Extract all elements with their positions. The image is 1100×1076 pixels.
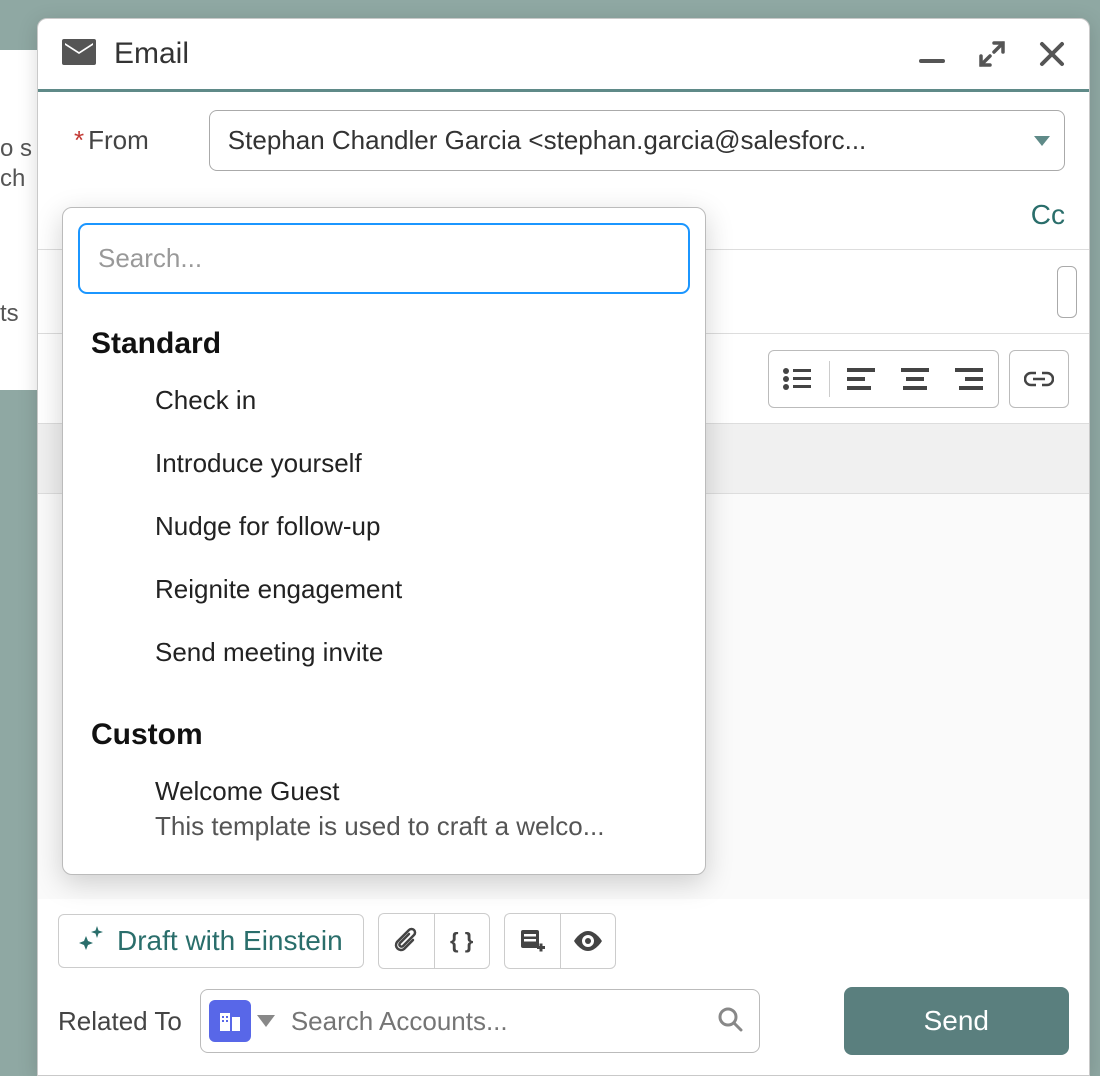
cc-link[interactable]: Cc <box>1031 199 1065 231</box>
search-icon <box>717 1006 743 1037</box>
expand-button[interactable] <box>979 41 1005 67</box>
section-standard: Standard <box>91 327 689 361</box>
template-item-reignite-engagement[interactable]: Reignite engagement <box>79 558 689 621</box>
toolbar-group-link <box>1009 350 1069 408</box>
template-item-label: Check in <box>155 385 677 416</box>
template-item-label: Send meeting invite <box>155 637 677 668</box>
template-search-input[interactable] <box>79 224 689 293</box>
send-button[interactable]: Send <box>844 987 1069 1055</box>
from-select[interactable]: Stephan Chandler Garcia <stephan.garcia@… <box>209 110 1065 171</box>
subject-chip[interactable] <box>1057 266 1077 318</box>
attachment-button[interactable] <box>378 913 434 969</box>
minimize-button[interactable] <box>919 41 945 67</box>
window-controls <box>919 41 1065 67</box>
bg-text: ts <box>0 300 19 328</box>
related-to-label: Related To <box>58 1006 182 1037</box>
footer-actions: Draft with Einstein { } <box>38 899 1089 983</box>
preview-button[interactable] <box>560 913 616 969</box>
template-item-check-in[interactable]: Check in <box>79 369 689 432</box>
section-custom: Custom <box>91 718 689 752</box>
chevron-down-icon <box>1034 136 1050 146</box>
composer-header: Email <box>38 19 1089 92</box>
attach-group: { } <box>378 913 490 969</box>
bg-text: o s <box>0 135 32 163</box>
sparkle-icon <box>79 926 105 957</box>
from-label: From <box>74 125 149 156</box>
bullet-list-button[interactable] <box>771 352 825 406</box>
draft-label: Draft with Einstein <box>117 925 343 957</box>
template-dropdown: Standard Check in Introduce yourself Nud… <box>62 207 706 875</box>
related-to-input[interactable] <box>291 1006 711 1037</box>
template-item-label: Nudge for follow-up <box>155 511 677 542</box>
link-button[interactable] <box>1012 352 1066 406</box>
bg-text: ch <box>0 165 25 193</box>
from-row: From Stephan Chandler Garcia <stephan.ga… <box>38 92 1089 189</box>
close-button[interactable] <box>1039 41 1065 67</box>
merge-fields-button[interactable]: { } <box>434 913 490 969</box>
template-item-label: Introduce yourself <box>155 448 677 479</box>
toolbar-separator <box>829 361 830 397</box>
template-group <box>504 913 616 969</box>
toolbar-group-list-align <box>768 350 999 408</box>
template-item-welcome-guest[interactable]: Welcome Guest This template is used to c… <box>79 760 689 858</box>
template-item-label: Welcome Guest <box>155 776 677 807</box>
template-item-description: This template is used to craft a welco..… <box>155 811 677 842</box>
template-item-label: Reignite engagement <box>155 574 677 605</box>
align-right-button[interactable] <box>942 352 996 406</box>
from-value: Stephan Chandler Garcia <stephan.garcia@… <box>228 125 866 155</box>
template-item-nudge-followup[interactable]: Nudge for follow-up <box>79 495 689 558</box>
mail-icon <box>62 39 96 70</box>
draft-with-einstein-button[interactable]: Draft with Einstein <box>58 914 364 968</box>
entity-picker-caret[interactable] <box>257 1015 275 1027</box>
template-item-send-meeting-invite[interactable]: Send meeting invite <box>79 621 689 684</box>
related-send-row: Related To Send <box>38 983 1089 1075</box>
related-to-lookup[interactable] <box>200 989 760 1053</box>
align-center-button[interactable] <box>888 352 942 406</box>
composer-title: Email <box>114 37 901 71</box>
insert-template-button[interactable] <box>504 913 560 969</box>
align-left-button[interactable] <box>834 352 888 406</box>
template-item-introduce-yourself[interactable]: Introduce yourself <box>79 432 689 495</box>
account-icon <box>209 1000 251 1042</box>
